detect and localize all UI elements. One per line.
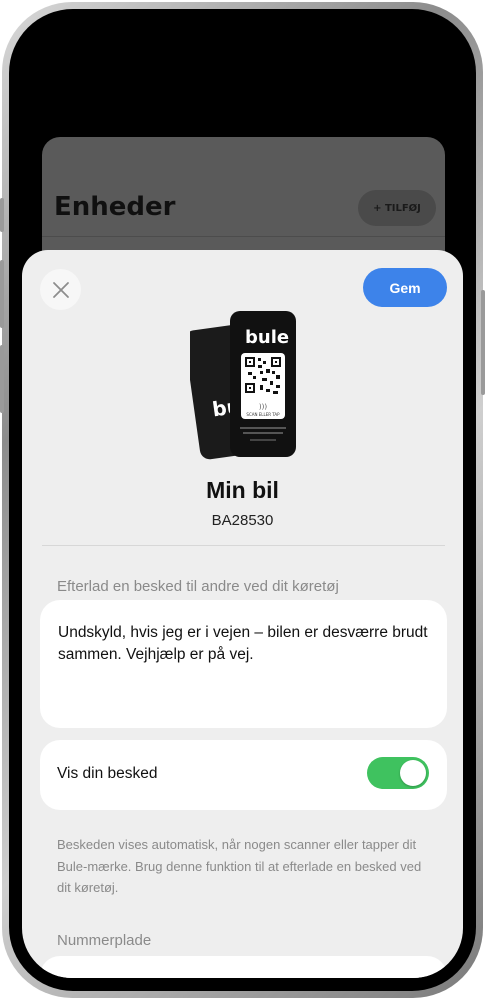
show-message-label: Vis din besked [57,765,158,782]
device-plate: BA28530 [211,512,274,529]
action-button [0,198,4,232]
divider [42,545,445,546]
show-message-toggle[interactable] [367,757,429,789]
bule-tag-image: bule bule ))) SCAN ELLER TAP [190,311,296,460]
background-add-button: + TILFØJ [358,190,436,226]
tag-caption: SCAN ELLER TAP [246,412,280,417]
tag-small-print [240,427,286,429]
contactless-icon: ))) [259,403,267,411]
message-section-label: Efterlad en besked til andre ved dit kør… [57,578,339,595]
background-page-title: Enheder [54,192,176,222]
front-tag-logo: bule [245,327,289,348]
help-text: Beskeden vises automatisk, når nogen sca… [57,837,422,895]
plate-input[interactable] [40,956,447,978]
device-name: Min bil [206,477,279,503]
volume-up-button [0,260,4,328]
toggle-knob [400,760,426,786]
tag-small-print-2 [243,432,283,434]
show-message-row: Vis din besked [40,740,447,810]
message-textarea[interactable]: Undskyld, hvis jeg er i vejen – bilen er… [40,600,447,728]
power-button [481,290,485,395]
plate-section-label: Nummerplade [57,932,152,949]
close-icon [52,281,69,298]
front-tag: bule ))) SCAN ELLER TAP [230,311,296,457]
tag-small-print-3 [250,439,276,441]
close-button[interactable] [40,269,81,310]
save-button[interactable]: Gem [363,268,447,307]
background-divider [42,236,445,237]
volume-down-button [0,345,4,413]
screen: Enheder + TILFØJ Gem bule bule [22,22,463,978]
